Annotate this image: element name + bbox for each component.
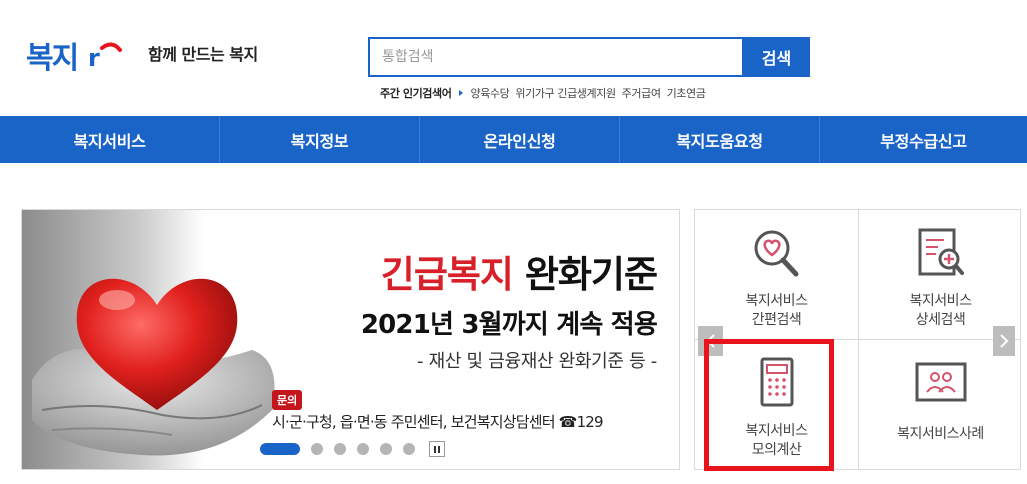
pager-dot[interactable] bbox=[357, 443, 369, 455]
popular-keyword-1[interactable]: 양육수당 bbox=[470, 85, 509, 101]
main-navigation: 복지서비스 복지정보 온라인신청 복지도움요청 부정수급신고 bbox=[0, 116, 1027, 163]
main-banner[interactable]: 긴급복지 완화기준 2021년 3월까지 계속 적용 - 재산 및 금융재산 완… bbox=[21, 209, 680, 470]
pager-dot[interactable] bbox=[380, 443, 392, 455]
search-box bbox=[368, 37, 744, 77]
banner-subtitle-detail: - 재산 및 금융재산 완화기준 등 - bbox=[416, 351, 657, 372]
popular-keyword-4[interactable]: 기초연금 bbox=[667, 85, 706, 101]
banner-title-rest: 완화기준 bbox=[512, 253, 658, 296]
popular-keywords: 주간 인기검색어 양육수당 위기가구 긴급생계지원 주거급여 기초연금 bbox=[380, 85, 711, 101]
banner-pager bbox=[260, 441, 445, 457]
quick-item-label: 복지서비스사례 bbox=[897, 426, 984, 442]
search-button[interactable]: 검색 bbox=[743, 37, 810, 77]
document-search-icon bbox=[918, 228, 964, 276]
chevron-right-icon bbox=[1000, 334, 1009, 348]
bokjiro-logo[interactable]: 복지 r bbox=[26, 22, 141, 86]
popular-keyword-3[interactable]: 주거급여 bbox=[622, 85, 661, 101]
search-input[interactable] bbox=[370, 39, 742, 75]
pager-dot[interactable] bbox=[260, 443, 300, 455]
quick-item-label: 복지서비스 bbox=[909, 293, 972, 309]
nav-help-request[interactable]: 복지도움요청 bbox=[620, 116, 820, 163]
quick-item-label: 복지서비스 bbox=[745, 293, 808, 309]
banner-title-highlight: 긴급복지 bbox=[380, 253, 514, 296]
pager-dot[interactable] bbox=[403, 443, 415, 455]
pause-button[interactable] bbox=[429, 441, 445, 457]
arrow-right-icon bbox=[459, 90, 464, 96]
pager-dot[interactable] bbox=[334, 443, 346, 455]
nav-welfare-service[interactable]: 복지서비스 bbox=[0, 116, 220, 163]
quick-detail-search[interactable]: 복지서비스 상세검색 bbox=[859, 210, 1022, 339]
banner-title: 긴급복지 완화기준 bbox=[380, 244, 658, 298]
popular-keywords-label: 주간 인기검색어 bbox=[380, 87, 452, 100]
pager-dot[interactable] bbox=[311, 443, 323, 455]
site-tagline: 함께 만드는 복지 bbox=[148, 45, 258, 64]
nav-online-apply[interactable]: 온라인신청 bbox=[420, 116, 620, 163]
pause-icon bbox=[434, 445, 436, 453]
svg-text:복지: 복지 bbox=[26, 41, 77, 76]
nav-fraud-report[interactable]: 부정수급신고 bbox=[820, 116, 1027, 163]
heart-search-icon bbox=[754, 230, 798, 277]
popular-keyword-2[interactable]: 위기가구 긴급생계지원 bbox=[515, 85, 616, 101]
highlight-box bbox=[704, 339, 834, 471]
svg-text:r: r bbox=[88, 44, 100, 72]
next-arrow-button[interactable] bbox=[993, 326, 1015, 356]
quick-service-cases[interactable]: 복지서비스사례 bbox=[859, 340, 1022, 469]
people-picture-icon bbox=[915, 362, 966, 402]
inquiry-badge: 문의 bbox=[272, 390, 303, 410]
nav-welfare-info[interactable]: 복지정보 bbox=[220, 116, 420, 163]
inquiry-contact-text: 시·군·구청, 읍·면·동 주민센터, 보건복지상담센터 ☎129 bbox=[272, 413, 604, 431]
banner-subtitle: 2021년 3월까지 계속 적용 bbox=[360, 310, 658, 340]
quick-simple-search[interactable]: 복지서비스 간편검색 bbox=[695, 210, 858, 339]
